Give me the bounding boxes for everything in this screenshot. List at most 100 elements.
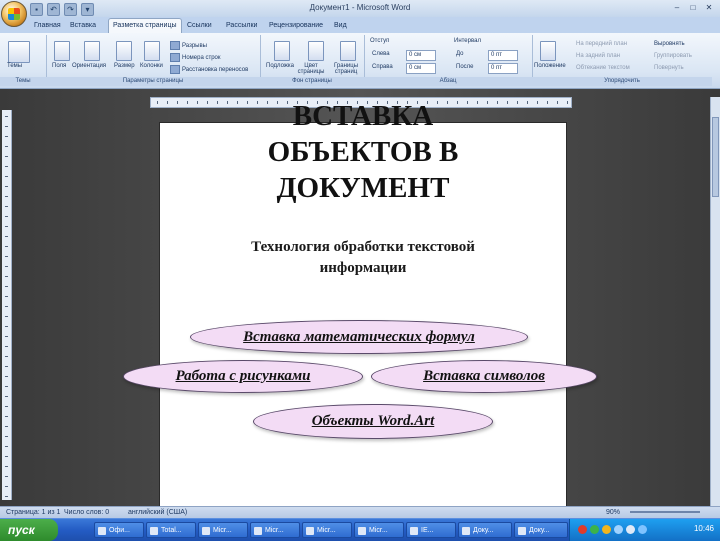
spacing-after-field[interactable]: 0 пт [488,63,518,74]
spacing-label: Интервал [454,38,481,44]
ruler-tick [5,496,8,497]
page-color-icon[interactable] [308,41,324,61]
tray-icon[interactable] [590,525,599,534]
ruler-tick [5,436,8,437]
size-button[interactable]: Размер [114,63,135,69]
group-button[interactable]: Группировать [654,53,692,59]
taskbar-button[interactable]: Micr... [354,522,404,538]
hyphenation-button[interactable]: Расстановка переносов [170,65,248,74]
taskbar-button[interactable]: IE... [406,522,456,538]
ribbon: Темы Темы Поля Ориентация Размер Колонки… [0,33,720,89]
minimize-button[interactable]: – [670,2,684,13]
breaks-button[interactable]: Разрывы [170,41,207,50]
tab-view[interactable]: Вид [330,19,351,33]
topic-oval-pictures[interactable]: Работа с рисунками [123,360,363,393]
zoom-slider[interactable] [630,511,700,513]
network-icon[interactable] [638,525,647,534]
page-color-button[interactable]: Цвет страницы [296,63,326,75]
taskbar-button[interactable]: Доку... [458,522,512,538]
language-indicator[interactable]: английский (США) [128,509,187,516]
ruler-tick [5,166,8,167]
bring-to-front-button[interactable]: На передний план [576,41,627,47]
columns-icon[interactable] [144,41,160,61]
taskbar-button[interactable]: Micr... [302,522,352,538]
zoom-level[interactable]: 90% [606,509,620,516]
volume-icon[interactable] [626,525,635,534]
ruler-tick [5,126,8,127]
page-borders-icon[interactable] [340,41,356,61]
topic-oval-wordart[interactable]: Объекты Word.Art [253,404,493,439]
themes-button[interactable]: Темы [7,63,22,69]
taskbar-button[interactable]: Micr... [198,522,248,538]
tray-icon[interactable] [602,525,611,534]
margins-icon[interactable] [54,41,70,61]
taskbar-button[interactable]: Офи... [94,522,144,538]
taskbar-button[interactable]: Total... [146,522,196,538]
position-button[interactable]: Положение [534,63,566,69]
maximize-button[interactable]: □ [686,2,700,13]
taskbar-button[interactable]: Micr... [250,522,300,538]
start-button[interactable]: пуск [0,519,58,541]
breaks-icon [170,41,180,50]
office-logo-icon [8,8,20,20]
close-button[interactable]: ✕ [702,2,716,13]
tab-page-layout[interactable]: Разметка страницы [108,18,182,33]
indent-left-field[interactable]: 0 см [406,50,436,61]
group-paragraph: Отступ Слева 0 см Справа 0 см Интервал Д… [364,35,533,86]
group-label-paragraph: Абзац [364,77,532,86]
ruler-tick [5,416,8,417]
vertical-ruler[interactable] [2,110,12,500]
window-title: Документ1 - Microsoft Word [309,3,411,12]
tab-mailings[interactable]: Рассылки [222,19,261,33]
size-icon[interactable] [116,41,132,61]
group-label-themes: Темы [0,77,46,86]
ruler-tick [5,456,8,457]
ruler-tick [197,101,198,104]
watermark-button[interactable]: Подложка [266,63,294,69]
spacing-before-field[interactable]: 0 пт [488,50,518,61]
ruler-tick [5,386,8,387]
spacing-before-label: До [456,51,464,57]
subtitle-line: информации [319,260,407,276]
page-count[interactable]: Страница: 1 из 1 [6,509,60,516]
line-numbers-icon [170,53,180,62]
page-borders-button[interactable]: Границы страниц [330,63,362,75]
ruler-tick [5,146,8,147]
send-to-back-button[interactable]: На задний план [576,53,620,59]
scrollbar-thumb[interactable] [712,117,719,197]
office-button[interactable] [1,1,27,27]
columns-button[interactable]: Колонки [140,63,163,69]
document-title: ВСТАВКА ОБЪЕКТОВ В ДОКУМЕНТ [200,98,526,206]
margins-button[interactable]: Поля [52,63,66,69]
tray-icon[interactable] [614,525,623,534]
line-numbers-button[interactable]: Номера строк [170,53,221,62]
watermark-icon[interactable] [274,41,290,61]
text-wrapping-button[interactable]: Обтекание текстом [576,65,630,71]
title-line: ОБЪЕКТОВ В [267,136,459,168]
ruler-tick [5,186,8,187]
tray-icon[interactable] [578,525,587,534]
tab-references[interactable]: Ссылки [183,19,216,33]
orientation-icon[interactable] [84,41,100,61]
tab-home[interactable]: Главная [30,19,65,33]
word-count[interactable]: Число слов: 0 [64,509,109,516]
indent-label: Отступ [370,38,390,44]
themes-icon[interactable] [8,41,30,63]
ruler-tick [5,406,8,407]
align-button[interactable]: Выровнять [654,41,685,47]
orientation-button[interactable]: Ориентация [72,63,106,69]
position-icon[interactable] [540,41,556,61]
topic-oval-formulas[interactable]: Вставка математических формул [190,320,528,354]
subtitle-line: Технология обработки текстовой [251,239,475,255]
rotate-button[interactable]: Повернуть [654,65,684,71]
group-label-arrange: Упорядочить [532,77,712,86]
taskbar-button[interactable]: Доку... [514,522,568,538]
ruler-tick [5,326,8,327]
vertical-scrollbar[interactable] [710,97,720,506]
ruler-tick [557,101,558,104]
tab-insert[interactable]: Вставка [66,19,100,33]
tab-review[interactable]: Рецензирование [265,19,327,33]
clock[interactable]: 10:46 [694,524,714,533]
indent-right-field[interactable]: 0 см [406,63,436,74]
topic-oval-symbols[interactable]: Вставка символов [371,360,597,393]
